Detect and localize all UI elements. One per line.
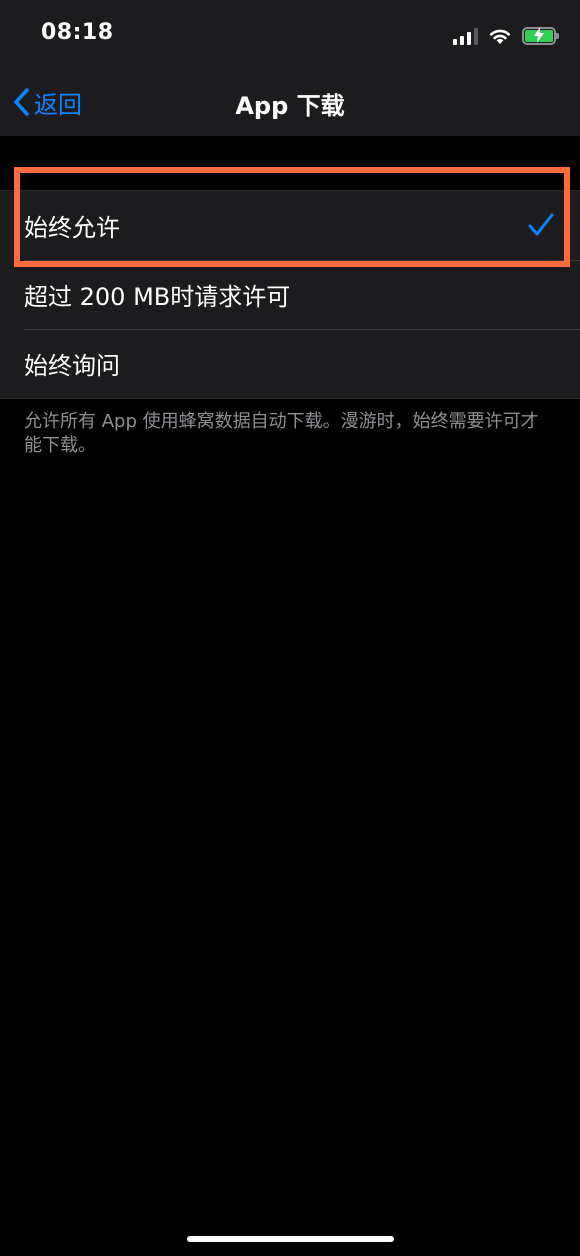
checkmark-icon: [528, 213, 554, 236]
option-always-allow[interactable]: 始终允许: [0, 191, 580, 260]
footnote-text: 允许所有 App 使用蜂窝数据自动下载。漫游时，始终需要许可才能下载。: [24, 411, 539, 456]
download-options-list: 始终允许 超过 200 MB时请求许可 始终询问: [0, 190, 580, 399]
battery-charging-icon: [522, 27, 559, 45]
option-label: 始终允许: [24, 214, 120, 242]
option-always-ask[interactable]: 始终询问: [0, 329, 580, 398]
wifi-icon: [489, 29, 511, 44]
app-download-settings-screen: 08:18 返回 App 下载 始终允许 超过 200 MB时请求许可 始终询问…: [0, 0, 580, 1256]
home-indicator[interactable]: [187, 1236, 394, 1242]
signal-icon: [453, 27, 478, 45]
option-ask-over-200mb[interactable]: 超过 200 MB时请求许可: [0, 260, 580, 329]
status-icons: [453, 24, 559, 48]
status-time: 08:18: [41, 20, 114, 45]
option-label: 始终询问: [24, 352, 120, 380]
option-label: 超过 200 MB时请求许可: [24, 283, 291, 311]
page-title: App 下载: [235, 92, 345, 120]
